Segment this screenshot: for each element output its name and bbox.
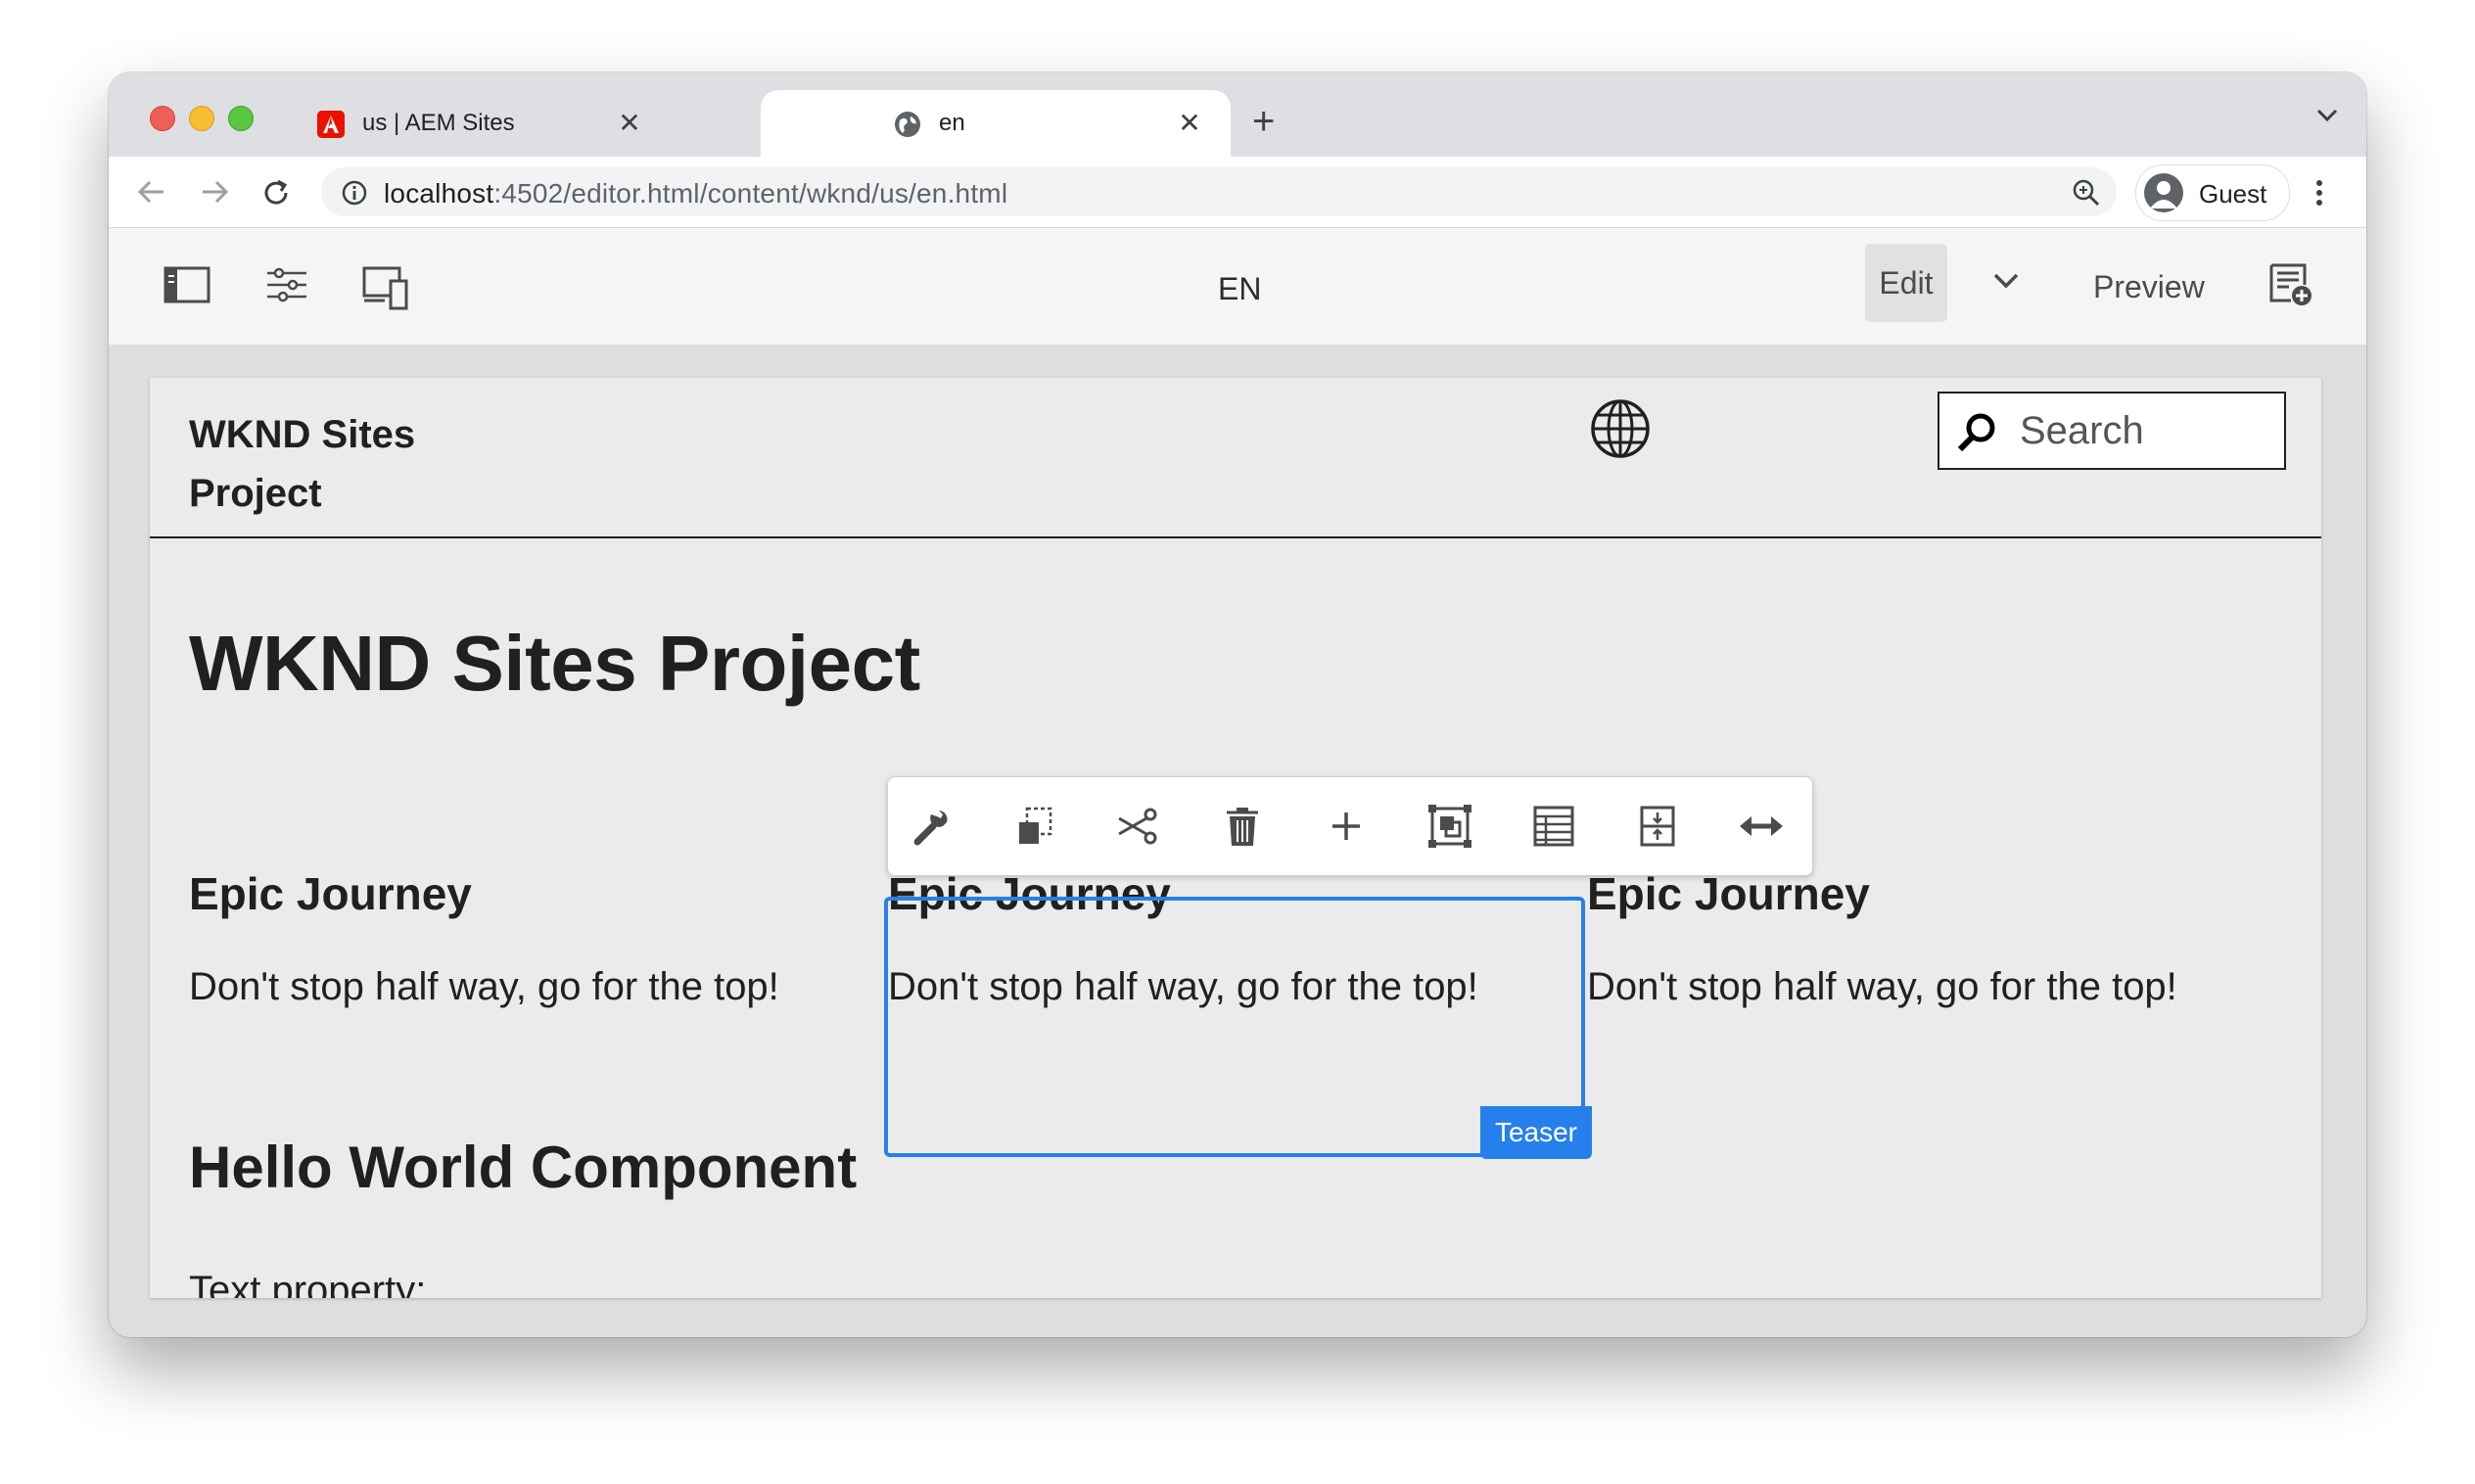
side-panel-icon[interactable] bbox=[163, 265, 210, 309]
tab-aem-sites[interactable]: us | AEM Sites ✕ bbox=[109, 90, 755, 157]
url-host: localhost bbox=[384, 178, 494, 209]
site-brand[interactable]: WKND Sites Project bbox=[189, 405, 483, 523]
component-edit-toolbar bbox=[887, 776, 1813, 876]
tab-search-chevron-icon[interactable] bbox=[2315, 108, 2339, 128]
search-placeholder: Search bbox=[2020, 409, 2144, 452]
emulator-icon[interactable] bbox=[361, 265, 410, 315]
language-globe-icon[interactable] bbox=[1589, 397, 1652, 465]
reload-icon[interactable] bbox=[261, 178, 291, 212]
adobe-icon bbox=[317, 111, 345, 138]
forward-arrow-icon[interactable] bbox=[199, 178, 230, 210]
hello-world-heading: Hello World Component bbox=[189, 1135, 858, 1200]
search-icon bbox=[1957, 413, 1995, 452]
teaser-component[interactable]: Epic Journey Don't stop half way, go for… bbox=[1587, 867, 2286, 1009]
browser-window: us | AEM Sites ✕ en ✕ + localhost:4502/e… bbox=[109, 72, 2366, 1337]
url-text[interactable]: localhost:4502/editor.html/content/wknd/… bbox=[384, 178, 1007, 209]
back-arrow-icon[interactable] bbox=[136, 178, 167, 210]
delete-trash-icon[interactable] bbox=[1219, 803, 1266, 850]
teaser-component[interactable]: Epic Journey Don't stop half way, go for… bbox=[189, 867, 888, 1009]
profile-button[interactable]: Guest bbox=[2135, 164, 2290, 221]
tab-close-button[interactable]: ✕ bbox=[1170, 104, 1209, 143]
tab-close-button[interactable]: ✕ bbox=[610, 104, 649, 143]
new-tab-button[interactable]: + bbox=[1252, 102, 1275, 141]
profile-name: Guest bbox=[2199, 179, 2267, 209]
page-title: EN bbox=[1218, 271, 1262, 306]
parent-table-icon[interactable] bbox=[1530, 803, 1577, 850]
avatar-icon bbox=[2144, 173, 2183, 212]
aem-editor-toolbar: EN Edit Preview bbox=[109, 228, 2366, 346]
tab-en[interactable]: en ✕ bbox=[761, 90, 1231, 157]
copy-icon[interactable] bbox=[1011, 803, 1058, 850]
globe-icon bbox=[894, 111, 921, 138]
page-heading: WKND Sites Project bbox=[189, 620, 920, 707]
wrench-icon[interactable] bbox=[908, 803, 955, 850]
browser-toolbar: localhost:4502/editor.html/content/wknd/… bbox=[109, 157, 2366, 228]
site-info-icon[interactable] bbox=[341, 179, 368, 211]
editor-canvas: WKND Sites Project Search WKND Sites Pro… bbox=[109, 346, 2366, 1337]
teaser-title: Epic Journey bbox=[189, 868, 472, 919]
layout-container-icon[interactable] bbox=[1634, 803, 1681, 850]
teaser-description: Don't stop half way, go for the top! bbox=[1587, 965, 2177, 1008]
brand-line-1: WKND Sites bbox=[189, 413, 416, 456]
edit-mode-button[interactable]: Edit bbox=[1865, 244, 1947, 322]
preview-button[interactable]: Preview bbox=[2093, 269, 2205, 305]
tab-title: us | AEM Sites bbox=[362, 110, 515, 136]
site-search-input[interactable]: Search bbox=[1938, 392, 2286, 470]
cut-icon[interactable] bbox=[1115, 803, 1162, 850]
tab-strip: us | AEM Sites ✕ en ✕ + bbox=[109, 72, 2366, 157]
browser-menu-icon[interactable] bbox=[2313, 178, 2325, 212]
component-type-badge: Teaser bbox=[1480, 1106, 1592, 1159]
resize-horizontal-icon[interactable] bbox=[1738, 803, 1785, 850]
text-property-label: Text property: bbox=[189, 1269, 427, 1298]
address-bar[interactable]: localhost:4502/editor.html/content/wknd/… bbox=[321, 167, 2117, 216]
url-path: :4502/editor.html/content/wknd/us/en.htm… bbox=[493, 178, 1008, 209]
teaser-description: Don't stop half way, go for the top! bbox=[189, 965, 779, 1008]
page-properties-icon[interactable] bbox=[265, 265, 308, 309]
group-icon[interactable] bbox=[1426, 803, 1473, 850]
zoom-icon[interactable] bbox=[2072, 178, 2101, 212]
site-header: WKND Sites Project Search bbox=[150, 378, 2321, 538]
insert-plus-icon[interactable] bbox=[1323, 803, 1370, 850]
annotations-icon[interactable] bbox=[2267, 261, 2314, 313]
brand-line-2: Project bbox=[189, 472, 322, 515]
mode-chevron-down-icon[interactable] bbox=[1992, 271, 2020, 296]
tab-title: en bbox=[939, 110, 965, 136]
